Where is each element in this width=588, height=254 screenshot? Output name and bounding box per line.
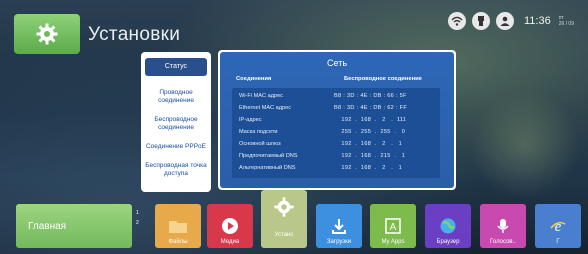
row-label: Ethernet MAC адрес <box>239 105 292 111</box>
voice-tile[interactable]: Голосов.. <box>480 204 526 248</box>
table-row: Предпочитаемый DNS 192 . 168 . 215 . 1 <box>232 152 440 162</box>
files-tile[interactable]: Файлы <box>155 204 201 248</box>
table-row: Ethernet MAC адрес B8 : 3D : 4E : DB : 6… <box>232 104 440 114</box>
row-label: Основной шлюз <box>239 141 281 147</box>
row-value: 255 . 255 . 255 . 0 <box>334 129 406 135</box>
page-indicator-2: 2 <box>136 220 139 226</box>
tv-screen: Установки 11:36 пт 26 / 09 Статус Провод… <box>0 0 588 254</box>
table-row: Основной шлюз 192 . 168 . 2 . 1 <box>232 140 440 150</box>
gear-icon <box>36 23 58 45</box>
play-icon <box>220 217 240 235</box>
my-apps-tile[interactable]: A My Apps <box>370 204 416 248</box>
menu-item-status[interactable]: Статус <box>145 58 207 76</box>
network-status-content: Сеть Соединения Беспроводное соединение … <box>220 52 454 188</box>
settings-app-icon <box>14 14 80 54</box>
settings-tile[interactable]: Устанс <box>261 190 307 248</box>
microphone-icon <box>493 217 513 235</box>
row-label: IP-адрес <box>239 117 262 123</box>
column-header-connections: Соединения <box>236 76 272 82</box>
home-tile[interactable]: Главная <box>16 204 132 248</box>
page-indicator-1: 1 <box>136 210 139 216</box>
downloads-tile[interactable]: Загрузки <box>316 204 362 248</box>
table-row: Маска подсети 255 . 255 . 255 . 0 <box>232 128 440 138</box>
network-info-table: Wi-Fi MAC адрес B8 : 3D : 4E : DB : 66 :… <box>232 88 440 178</box>
menu-item-wireless[interactable]: Беспроводное соединение <box>145 112 207 136</box>
svg-text:A: A <box>390 222 397 233</box>
folder-icon <box>168 217 188 235</box>
row-label: Wi-Fi MAC адрес <box>239 93 283 99</box>
bottom-dock: Главная 1 2 Файлы Медиа Устанс Загрузки … <box>0 190 588 254</box>
internet-explorer-icon: e <box>548 217 568 235</box>
row-value: 192 . 168 . 2 . 1 <box>334 141 403 147</box>
row-label: Предпочитаемый DNS <box>239 153 298 159</box>
clock-time: 11:36 <box>523 15 551 27</box>
home-tile-label: Главная <box>28 220 67 232</box>
download-icon <box>329 217 349 235</box>
tile-label: Г <box>556 239 560 245</box>
table-row: Wi-Fi MAC адрес B8 : 3D : 4E : DB : 66 :… <box>232 92 440 102</box>
network-status-panel: Сеть Соединения Беспроводное соединение … <box>218 50 456 190</box>
usb-icon <box>471 12 490 30</box>
table-row: IP-адрес 192 . 168 . 2 . 111 <box>232 116 440 126</box>
menu-item-wired[interactable]: Проводное соединение <box>145 85 207 109</box>
row-label: Альтернативный DNS <box>239 165 296 171</box>
media-tile[interactable]: Медиа <box>207 204 253 248</box>
tile-label: Файлы <box>168 239 188 245</box>
row-value: B8 : 3D : 4E : DB : 66 : 5F <box>334 93 407 99</box>
menu-item-hotspot[interactable]: Беспроводная точка доступа <box>145 158 207 182</box>
gear-icon <box>273 196 295 220</box>
row-label: Маска подсети <box>239 129 278 135</box>
svg-text:e: e <box>555 219 562 235</box>
row-value: 192 . 168 . 2 . 111 <box>334 117 407 123</box>
screen-reflection <box>470 90 580 200</box>
settings-side-menu: Статус Проводное соединение Беспроводное… <box>141 52 211 192</box>
internet-tile[interactable]: e Г <box>535 204 581 248</box>
wifi-icon <box>447 12 466 30</box>
clock-date: пт 26 / 09 <box>559 15 574 27</box>
tile-label: Медиа <box>220 239 240 245</box>
tile-label: Браузер <box>436 239 460 245</box>
account-icon <box>495 12 514 30</box>
tile-label: My Apps <box>381 239 405 245</box>
table-row: Альтернативный DNS 192 . 168 . 2 . 1 <box>232 164 440 174</box>
tile-label: Голосов.. <box>490 239 516 245</box>
tile-label: Загрузки <box>326 239 352 245</box>
browser-tile[interactable]: Браузер <box>425 204 471 248</box>
row-value: B8 : 3D : 4E : DB : 62 : FF <box>334 105 408 111</box>
clock-day-month: 26 / 09 <box>558 21 574 27</box>
page-indicator: 1 2 <box>136 208 139 228</box>
page-title: Установки <box>88 24 181 45</box>
apps-icon: A <box>383 217 403 235</box>
status-bar: 11:36 пт 26 / 09 <box>447 12 574 30</box>
menu-item-pppoe[interactable]: Соединение PPPoE <box>145 139 207 155</box>
row-value: 192 . 168 . 2 . 1 <box>334 165 403 171</box>
row-value: 192 . 168 . 215 . 1 <box>334 153 406 159</box>
globe-icon <box>438 217 458 235</box>
panel-title: Сеть <box>326 58 348 68</box>
column-header-connection-type: Беспроводное соединение <box>344 76 422 82</box>
tile-label: Устанс <box>274 232 294 238</box>
